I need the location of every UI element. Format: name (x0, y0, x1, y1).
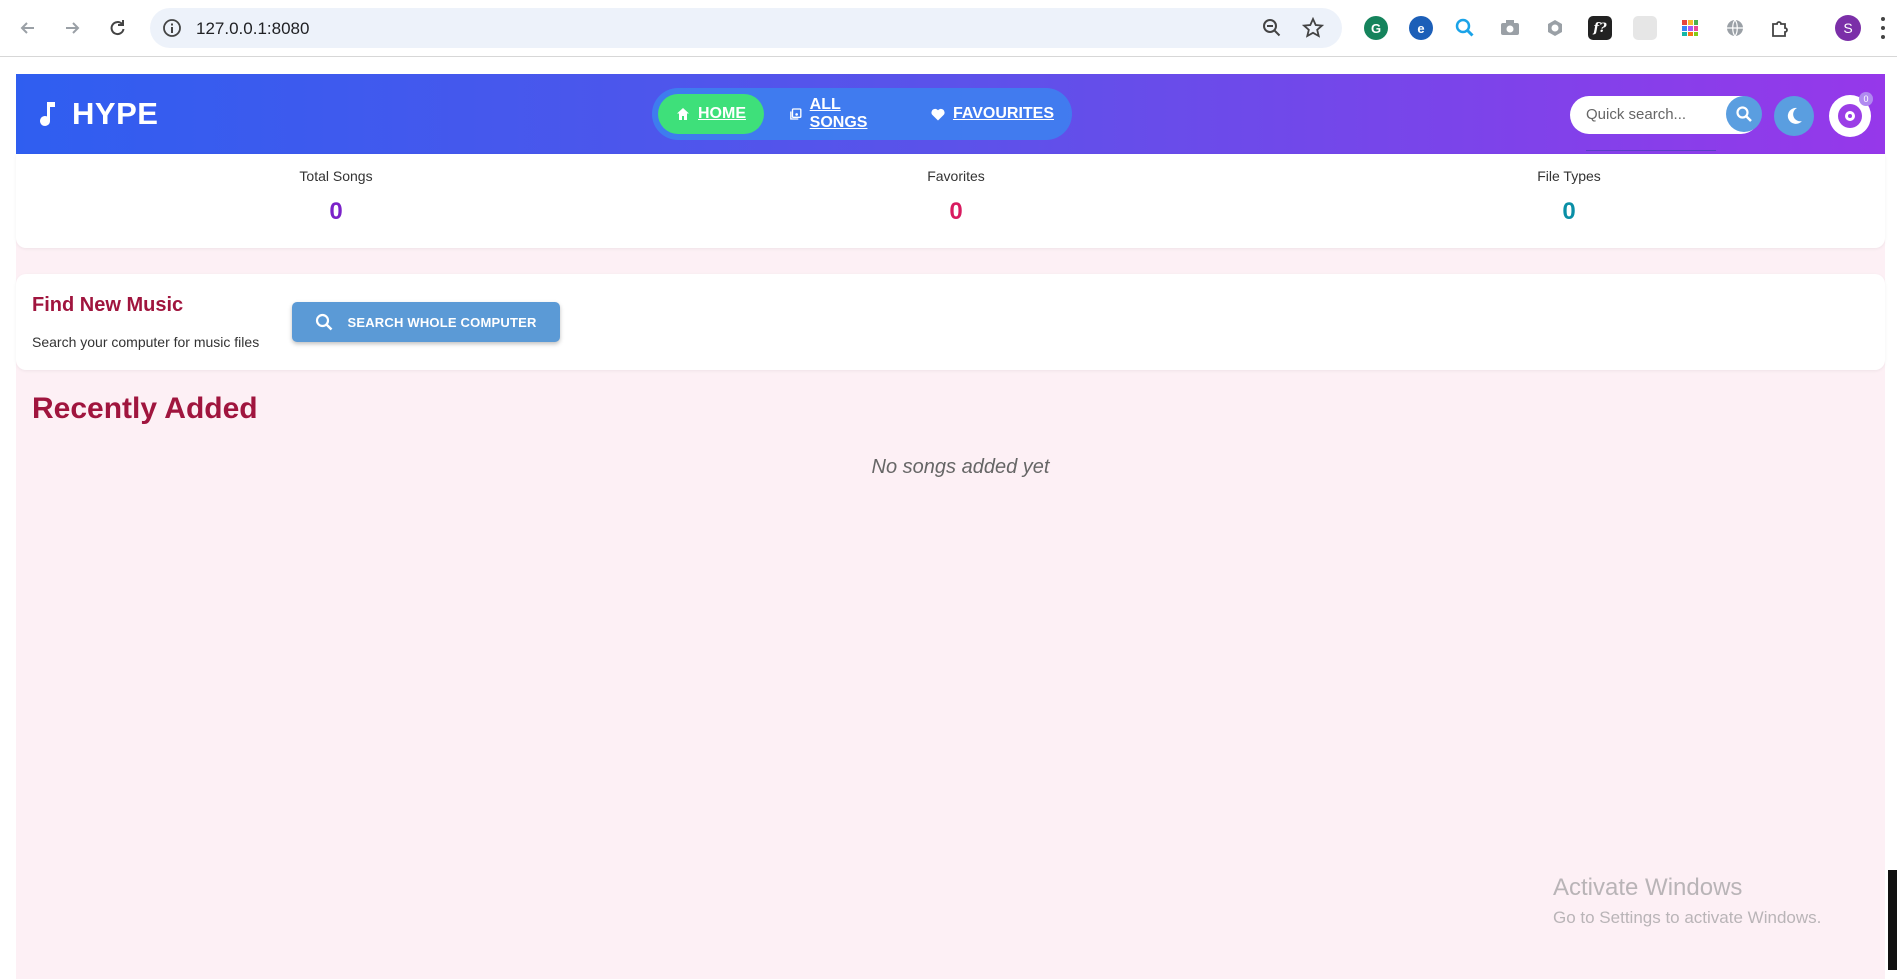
stats-panel: Total Songs 0 Favorites 0 File Types 0 (16, 154, 1885, 248)
browser-toolbar: 127.0.0.1:8080 G e f? S (0, 0, 1897, 57)
grammarly-icon[interactable]: G (1364, 16, 1388, 40)
app-header: HYPE HOME ALL SONGS FAVOURITES Quick sea… (16, 74, 1885, 154)
app-page: HYPE HOME ALL SONGS FAVOURITES Quick sea… (16, 74, 1885, 979)
stat-value: 0 (329, 198, 343, 225)
nav-all-songs[interactable]: ALL SONGS (772, 94, 905, 134)
watermark-title: Activate Windows (1553, 874, 1743, 901)
main-nav: HOME ALL SONGS FAVOURITES (652, 88, 1072, 140)
search-underline (1586, 150, 1716, 151)
back-button[interactable] (14, 14, 42, 42)
info-icon[interactable] (162, 18, 182, 38)
search-icon (316, 313, 333, 331)
watermark-subtitle: Go to Settings to activate Windows. (1553, 908, 1822, 927)
arrow-left-icon (20, 22, 34, 34)
extensions-puzzle-icon[interactable] (1768, 16, 1792, 40)
nav-favourites[interactable]: FAVOURITES (913, 94, 1072, 134)
stat-label: Total Songs (299, 168, 373, 184)
edge-widget (1888, 870, 1897, 970)
nav-home-label: HOME (698, 105, 746, 122)
nav-all-songs-label: ALL SONGS (809, 96, 868, 131)
reload-icon (110, 20, 125, 36)
heart-icon (931, 108, 945, 120)
extension-grey-icon[interactable] (1633, 16, 1657, 40)
brand-name: HYPE (72, 96, 159, 131)
brand[interactable]: HYPE (38, 96, 158, 132)
url-text[interactable]: 127.0.0.1:8080 (196, 19, 309, 39)
find-music-subtitle: Search your computer for music files (32, 334, 260, 350)
library-icon (790, 108, 802, 120)
stat-label: Favorites (927, 168, 985, 184)
stat-file-types: File Types 0 (1469, 168, 1669, 226)
moon-icon (1787, 107, 1802, 124)
recently-added-title: Recently Added (32, 392, 258, 425)
profile-avatar[interactable]: S (1835, 15, 1861, 41)
find-music-card: Find New Music Search your computer for … (16, 274, 1885, 370)
camera-icon[interactable] (1498, 16, 1522, 40)
arrow-right-icon (66, 22, 80, 34)
reload-button[interactable] (103, 14, 131, 42)
stat-value: 0 (1562, 198, 1576, 225)
browser-menu-icon[interactable] (1880, 17, 1886, 39)
globe-icon[interactable] (1723, 16, 1747, 40)
empty-songs-message: No songs added yet (871, 456, 1050, 478)
home-icon (677, 108, 689, 120)
find-music-title: Find New Music (32, 294, 184, 316)
search-whole-computer-label: SEARCH WHOLE COMPUTER (347, 314, 537, 330)
font-icon[interactable]: f? (1588, 16, 1612, 40)
player-count-badge: 0 (1859, 92, 1873, 106)
extension-blue-icon[interactable]: e (1409, 16, 1433, 40)
theme-toggle-button[interactable] (1774, 96, 1814, 136)
stat-favorites: Favorites 0 (856, 168, 1056, 226)
extension-grid-icon[interactable] (1678, 16, 1702, 40)
stat-value: 0 (949, 198, 963, 225)
nav-home[interactable]: HOME (658, 94, 764, 134)
quick-search-button[interactable] (1726, 96, 1762, 132)
forward-button[interactable] (58, 14, 86, 42)
disc-icon (1838, 104, 1862, 128)
nav-favourites-label: FAVOURITES (952, 105, 1054, 122)
stat-label: File Types (1537, 168, 1601, 184)
windows-activation-watermark: Activate Windows Go to Settings to activ… (1553, 874, 1821, 928)
stat-total-songs: Total Songs 0 (236, 168, 436, 226)
music-note-icon (40, 102, 55, 126)
search-icon (1736, 106, 1752, 122)
quick-search-input[interactable] (1586, 106, 1716, 123)
zoom-icon[interactable] (1261, 17, 1283, 39)
search-whole-computer-button[interactable]: SEARCH WHOLE COMPUTER (292, 302, 560, 342)
bookmark-star-icon[interactable] (1302, 17, 1324, 39)
address-bar[interactable]: 127.0.0.1:8080 (150, 8, 1342, 48)
extension-magnifier-icon[interactable] (1453, 16, 1477, 40)
extension-c-icon[interactable] (1543, 16, 1567, 40)
